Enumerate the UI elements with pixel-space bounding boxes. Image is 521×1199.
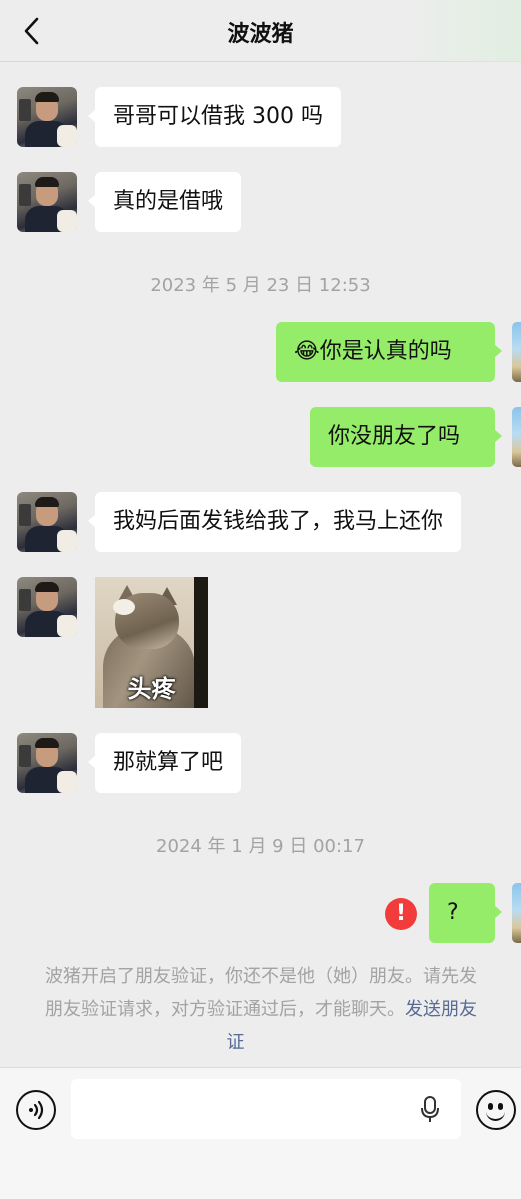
send-verification-link[interactable]: 发送朋友 bbox=[405, 999, 477, 1020]
message-bubble-outgoing[interactable]: ? bbox=[429, 883, 502, 943]
chat-header: 波波猪 bbox=[0, 0, 521, 62]
contact-avatar[interactable] bbox=[17, 492, 77, 552]
contact-avatar[interactable] bbox=[17, 87, 77, 147]
chat-title[interactable]: 波波猪 bbox=[0, 16, 521, 48]
timestamp: 2023 年 5 月 23 日 12:53 bbox=[150, 275, 371, 296]
friend-verification-notice: 波猪开启了朋友验证，你还不是他（她）朋友。请先发 朋友验证请求，对方验证通过后，… bbox=[0, 960, 521, 1060]
notice-text: 朋友验证请求，对方验证通过后，才能聊天。 bbox=[45, 999, 405, 1020]
message-bubble-incoming[interactable]: 哥哥可以借我 300 吗 bbox=[88, 87, 341, 147]
self-avatar[interactable] bbox=[512, 322, 521, 382]
voice-icon bbox=[29, 1100, 44, 1120]
notice-line: 证 bbox=[0, 1026, 521, 1059]
message-bubble-outgoing[interactable]: 你没朋友了吗 bbox=[310, 407, 502, 467]
emoji-button[interactable] bbox=[476, 1090, 516, 1130]
tears-of-joy-emoji: 😂 bbox=[294, 339, 320, 364]
error-icon[interactable]: ! bbox=[385, 898, 417, 930]
cat-sticker[interactable]: 头疼 bbox=[95, 577, 208, 708]
notice-line: 波猪开启了朋友验证，你还不是他（她）朋友。请先发 bbox=[45, 966, 477, 987]
send-verification-link-end[interactable]: 证 bbox=[227, 1032, 245, 1053]
message-bubble-incoming[interactable]: 我妈后面发钱给我了，我马上还你 bbox=[87, 492, 462, 552]
self-avatar[interactable] bbox=[512, 407, 521, 467]
message-text: 你是认真的吗 bbox=[319, 339, 452, 364]
microphone-icon[interactable] bbox=[419, 1095, 441, 1123]
timestamp: 2024 年 1 月 9 日 00:17 bbox=[156, 836, 365, 857]
message-bubble-incoming[interactable]: 那就算了吧 bbox=[87, 733, 242, 793]
voice-toggle-button[interactable] bbox=[16, 1090, 56, 1130]
contact-avatar[interactable] bbox=[17, 577, 77, 637]
message-bubble-incoming[interactable]: 真的是借哦 bbox=[87, 172, 242, 232]
self-avatar[interactable] bbox=[512, 883, 521, 943]
notice-line: 朋友验证请求，对方验证通过后，才能聊天。发送朋友 bbox=[0, 993, 521, 1026]
sticker-caption: 头疼 bbox=[127, 675, 176, 703]
contact-avatar[interactable] bbox=[17, 733, 77, 793]
message-input[interactable] bbox=[71, 1079, 461, 1139]
contact-avatar[interactable] bbox=[17, 172, 77, 232]
input-bar bbox=[0, 1067, 521, 1199]
message-bubble-outgoing[interactable]: 😂你是认真的吗 bbox=[276, 322, 502, 382]
